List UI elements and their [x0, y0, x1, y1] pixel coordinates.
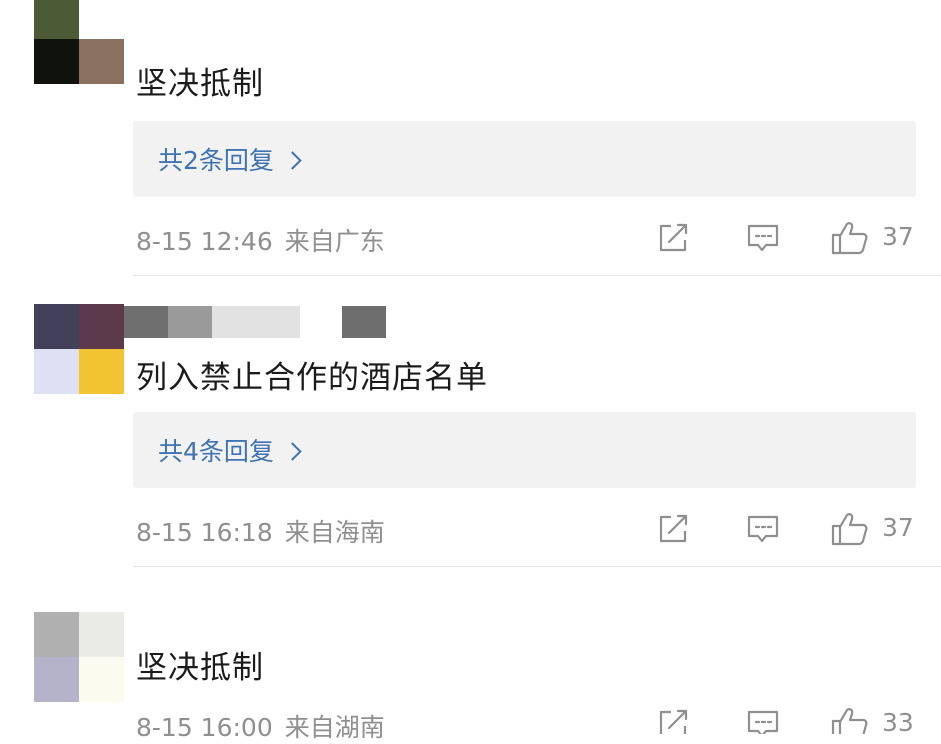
reply-summary[interactable]: 共4条回复 — [133, 412, 916, 488]
avatar[interactable] — [34, 0, 124, 84]
comment-icon — [747, 710, 779, 734]
chevron-right-icon — [283, 151, 302, 170]
comment-item: 坚决抵制 8-15 16:00 来自湖南 33 — [0, 604, 941, 742]
comment-item: 列入禁止合作的酒店名单 共4条回复 8-15 16:18 来自海南 37 — [0, 296, 941, 568]
chevron-right-icon — [283, 442, 302, 461]
share-button[interactable] — [657, 222, 691, 254]
username-pixel — [342, 306, 386, 338]
comment-button[interactable] — [746, 708, 780, 734]
view-replies-link[interactable]: 共4条回复 — [158, 432, 302, 468]
reply-summary[interactable]: 共2条回复 — [133, 121, 916, 197]
avatar-pixel — [34, 304, 79, 349]
avatar-pixel — [34, 0, 79, 39]
view-replies-link[interactable]: 共2条回复 — [158, 141, 302, 177]
comment-date: 8-15 12:46 — [136, 227, 273, 256]
username-pixel — [168, 306, 212, 338]
comment-button[interactable] — [746, 513, 780, 545]
comment-item: 坚决抵制 共2条回复 8-15 12:46 来自广东 37 — [0, 0, 941, 276]
avatar[interactable] — [34, 304, 124, 394]
comment-meta: 8-15 16:00 来自湖南 — [136, 708, 397, 744]
comment-text: 坚决抵制 — [136, 650, 264, 686]
comment-icon — [747, 224, 779, 252]
avatar-pixel — [79, 349, 124, 394]
comment-text: 列入禁止合作的酒店名单 — [136, 360, 488, 396]
username-mosaic[interactable] — [124, 306, 404, 338]
divider — [133, 275, 941, 276]
comment-button[interactable] — [746, 222, 780, 254]
share-button[interactable] — [657, 513, 691, 545]
like-count: 37 — [882, 513, 914, 542]
avatar-pixel — [79, 0, 124, 39]
share-icon — [659, 709, 688, 734]
comment-location: 来自湖南 — [284, 713, 385, 742]
share-button[interactable] — [657, 708, 691, 734]
view-replies-label: 共2条回复 — [158, 146, 274, 175]
avatar-pixel — [79, 657, 124, 702]
comment-date: 8-15 16:18 — [136, 518, 273, 547]
thumbs-up-icon — [831, 222, 868, 255]
comment-location: 来自海南 — [284, 518, 385, 547]
comment-icon — [747, 515, 779, 543]
avatar-pixel — [34, 39, 79, 84]
comment-location: 来自广东 — [284, 227, 385, 256]
like-button[interactable] — [830, 706, 870, 734]
comment-text: 坚决抵制 — [136, 66, 264, 102]
avatar-pixel — [34, 349, 79, 394]
avatar-pixel — [79, 612, 124, 657]
share-icon — [659, 514, 688, 543]
avatar-pixel — [34, 612, 79, 657]
view-replies-label: 共4条回复 — [158, 437, 274, 466]
comment-meta: 8-15 16:18 来自海南 — [136, 513, 397, 549]
username-pixel — [212, 306, 300, 338]
comment-date: 8-15 16:00 — [136, 713, 273, 742]
share-icon — [659, 223, 688, 252]
avatar-pixel — [79, 304, 124, 349]
avatar-pixel — [79, 39, 124, 84]
comment-meta: 8-15 12:46 来自广东 — [136, 222, 397, 258]
avatar[interactable] — [34, 612, 124, 702]
like-button[interactable] — [830, 220, 870, 256]
divider — [133, 566, 941, 567]
like-count: 37 — [882, 222, 914, 251]
like-button[interactable] — [830, 511, 870, 547]
thumbs-up-icon — [831, 513, 868, 546]
thumbs-up-icon — [831, 708, 868, 734]
avatar-pixel — [34, 657, 79, 702]
username-pixel — [124, 306, 168, 338]
like-count: 33 — [882, 708, 914, 737]
